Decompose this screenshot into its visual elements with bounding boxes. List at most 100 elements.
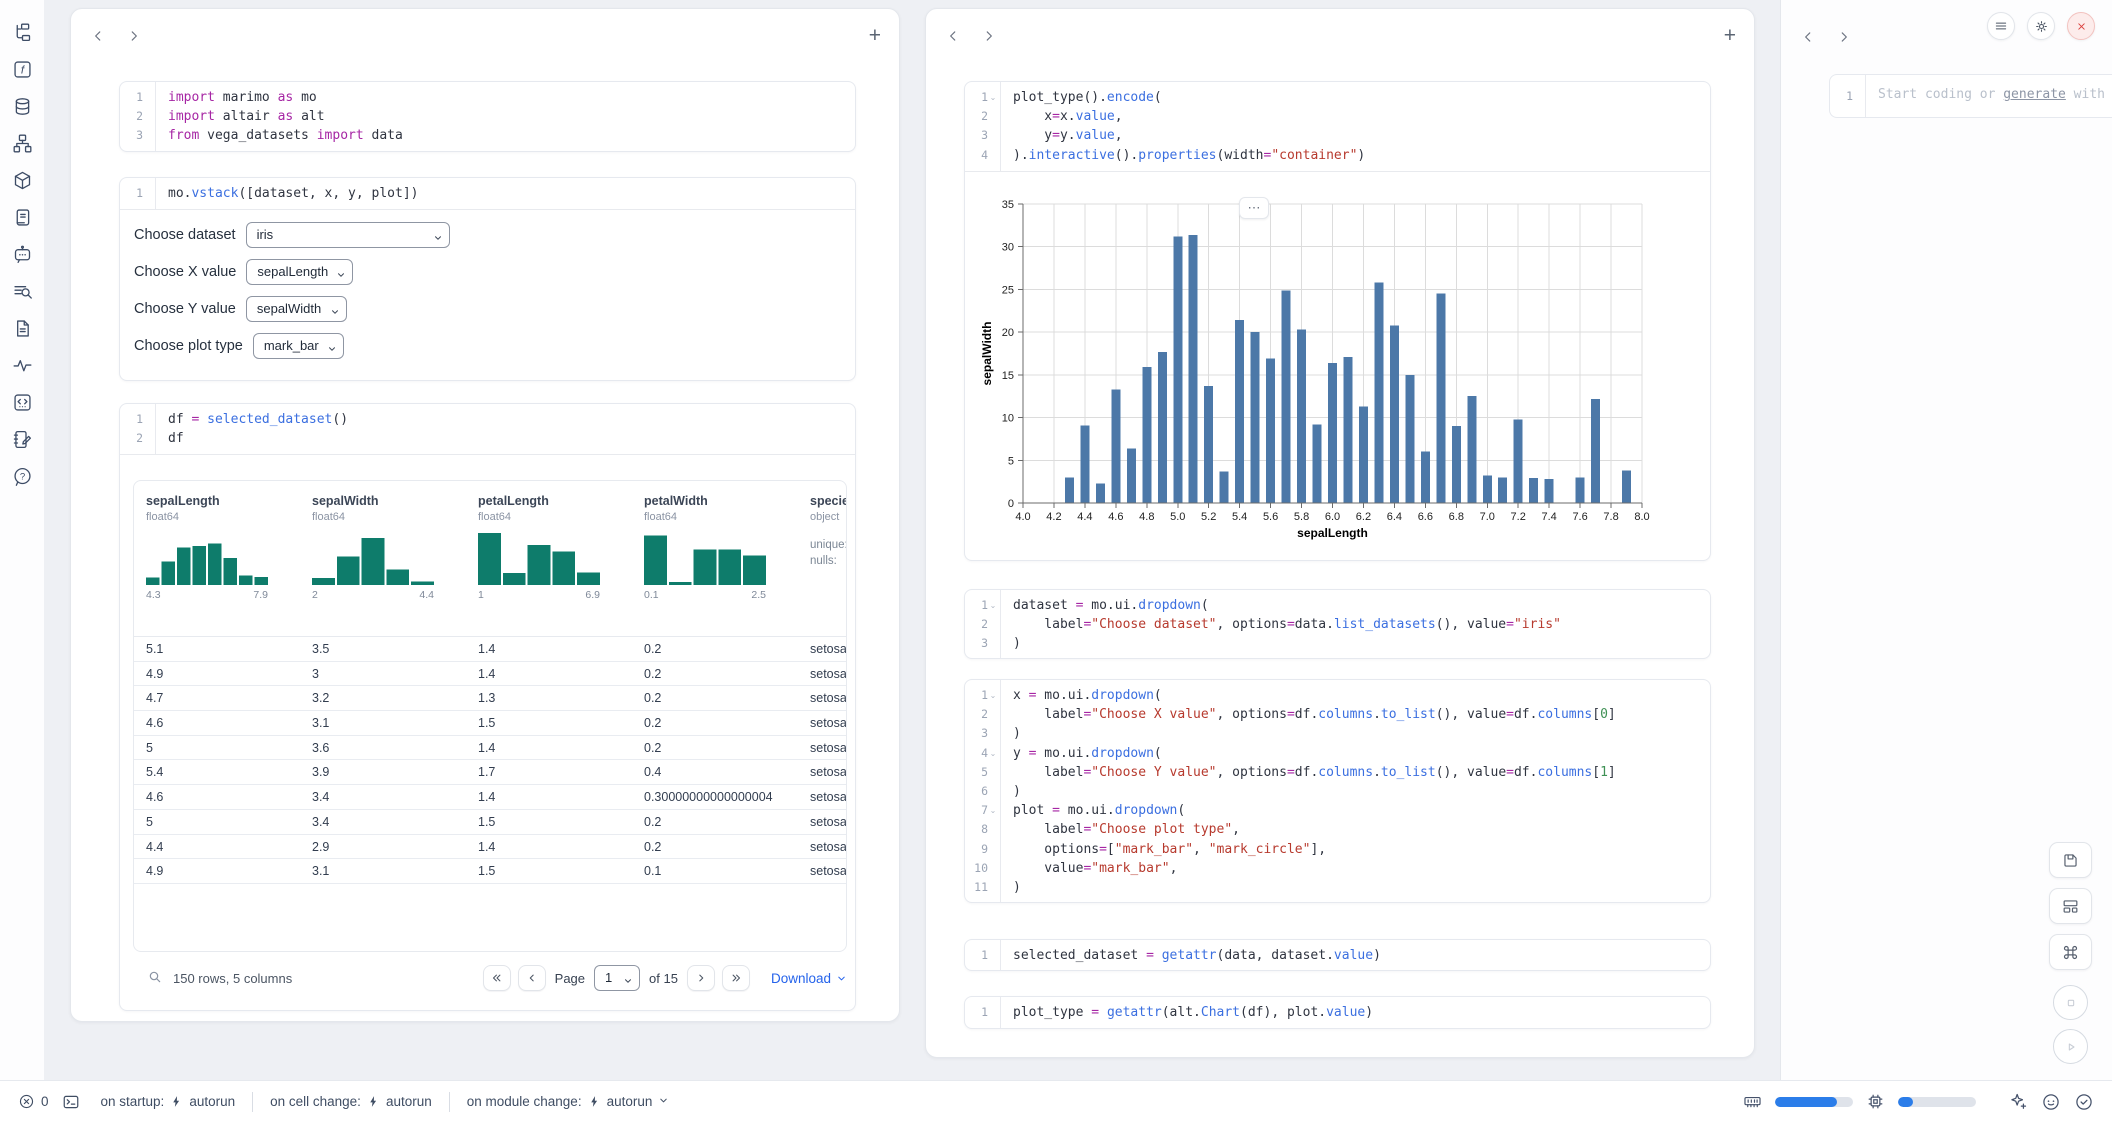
terminal-button[interactable] bbox=[62, 1093, 80, 1111]
functions-icon[interactable]: f bbox=[10, 57, 34, 81]
ai-sparkles-icon[interactable] bbox=[2008, 1092, 2028, 1112]
code-editor[interactable]: 1selected_dataset = getattr(data, datase… bbox=[965, 940, 1710, 971]
scratch-cell[interactable]: 1 Start coding or generate with bbox=[1829, 74, 2112, 118]
cell-imports[interactable]: 123import marimo as moimport altair as a… bbox=[119, 81, 856, 152]
scratch-column: 1 Start coding or generate with bbox=[1780, 0, 2112, 1080]
code-line: df = selected_dataset() bbox=[168, 410, 855, 429]
column-header[interactable]: speciesobjectunique:nulls: bbox=[798, 494, 847, 626]
dropdown-select[interactable]: mark_bar bbox=[253, 333, 344, 359]
table-cell: setosa bbox=[798, 835, 847, 859]
tracing-icon[interactable] bbox=[10, 353, 34, 377]
file-tree-icon[interactable] bbox=[10, 20, 34, 44]
code-line: x = mo.ui.dropdown( bbox=[1013, 686, 1710, 705]
prev-column-icon[interactable] bbox=[1801, 30, 1815, 44]
next-column-icon[interactable] bbox=[127, 29, 141, 43]
next-page-button[interactable] bbox=[687, 965, 715, 991]
line-number: 7 bbox=[981, 801, 988, 820]
stop-button[interactable] bbox=[2053, 985, 2088, 1020]
code-editor[interactable]: 1⌄234plot_type().encode( x=x.value, y=y.… bbox=[965, 82, 1710, 171]
fold-icon[interactable]: ⌄ bbox=[988, 801, 998, 820]
page-select[interactable]: 1 bbox=[594, 965, 640, 991]
help-icon[interactable]: ? bbox=[10, 464, 34, 488]
code-editor[interactable]: 1⌄234⌄567⌄891011x = mo.ui.dropdown( labe… bbox=[965, 680, 1710, 903]
on-cell-change-toggle[interactable]: on cell change: autorun bbox=[270, 1094, 432, 1109]
dropdown-select[interactable]: sepalLength bbox=[246, 259, 353, 285]
table-cell: 4.9 bbox=[134, 859, 300, 883]
save-button[interactable] bbox=[2049, 842, 2092, 878]
list-search-icon[interactable] bbox=[10, 279, 34, 303]
logs-icon[interactable] bbox=[10, 205, 34, 229]
last-page-button[interactable] bbox=[722, 965, 750, 991]
svg-text:5.2: 5.2 bbox=[1201, 511, 1216, 523]
menu-button[interactable] bbox=[1987, 12, 2015, 40]
run-button[interactable] bbox=[2053, 1029, 2088, 1064]
on-module-change-toggle[interactable]: on module change: autorun bbox=[467, 1094, 670, 1109]
bar-chart[interactable]: 051015202530354.04.24.44.64.85.05.25.45.… bbox=[965, 172, 1711, 561]
add-cell-button[interactable]: + bbox=[869, 27, 881, 45]
fold-icon[interactable]: ⌄ bbox=[988, 686, 998, 705]
column-header[interactable]: petalWidthfloat640.12.5 bbox=[632, 494, 798, 626]
cpu-usage-meter bbox=[1898, 1097, 1976, 1107]
fold-icon[interactable]: ⌄ bbox=[988, 744, 998, 763]
packages-icon[interactable] bbox=[10, 168, 34, 192]
code-line: ) bbox=[1013, 724, 1710, 743]
scratchpad-icon[interactable] bbox=[10, 427, 34, 451]
close-button[interactable] bbox=[2067, 12, 2095, 40]
next-column-icon[interactable] bbox=[1837, 30, 1851, 44]
table-cell: 3.1 bbox=[300, 859, 466, 883]
next-column-icon[interactable] bbox=[982, 29, 996, 43]
layout-button[interactable] bbox=[2049, 888, 2092, 924]
ai-chat-icon[interactable] bbox=[10, 242, 34, 266]
cpu-usage-fill bbox=[1898, 1097, 1913, 1107]
column-header[interactable]: sepalLengthfloat644.37.9 bbox=[134, 494, 300, 626]
table-row: 4.42.91.40.2setosa bbox=[134, 835, 846, 860]
svg-text:0: 0 bbox=[1008, 498, 1014, 510]
cell-plot[interactable]: 1⌄234plot_type().encode( x=x.value, y=y.… bbox=[964, 81, 1711, 561]
errors-indicator[interactable]: 0 bbox=[18, 1093, 49, 1110]
cell-vstack[interactable]: 1mo.vstack([dataset, x, y, plot]) Choose… bbox=[119, 177, 856, 381]
table-cell: 3.6 bbox=[300, 736, 466, 760]
code-editor[interactable]: 1mo.vstack([dataset, x, y, plot]) bbox=[120, 178, 855, 209]
dropdown-select[interactable]: iris bbox=[246, 222, 450, 248]
table-row: 53.41.50.2setosa bbox=[134, 810, 846, 835]
prev-column-icon[interactable] bbox=[946, 29, 960, 43]
snippets-icon[interactable] bbox=[10, 390, 34, 414]
cell-selected-dataset[interactable]: 1selected_dataset = getattr(data, datase… bbox=[964, 939, 1711, 971]
svg-text:6.2: 6.2 bbox=[1356, 511, 1371, 523]
code-editor[interactable]: 1plot_type = getattr(alt.Chart(df), plot… bbox=[965, 997, 1710, 1028]
prev-column-icon[interactable] bbox=[91, 29, 105, 43]
code-line: label="Choose dataset", options=data.lis… bbox=[1013, 615, 1710, 634]
dependency-graph-icon[interactable] bbox=[10, 131, 34, 155]
code-editor[interactable]: 12df = selected_dataset()df bbox=[120, 404, 855, 454]
datasources-icon[interactable] bbox=[10, 94, 34, 118]
editor-placeholder[interactable]: Start coding or generate with bbox=[1866, 75, 2105, 117]
column-header[interactable]: sepalWidthfloat6424.4 bbox=[300, 494, 466, 626]
column-header[interactable]: petalLengthfloat6416.9 bbox=[466, 494, 632, 626]
chart-actions-button[interactable]: ⋯ bbox=[1239, 197, 1269, 219]
code-editor[interactable]: 1⌄23dataset = mo.ui.dropdown( label="Cho… bbox=[965, 590, 1710, 659]
download-button[interactable]: Download bbox=[771, 971, 847, 986]
documentation-icon[interactable] bbox=[10, 316, 34, 340]
add-cell-button[interactable]: + bbox=[1724, 27, 1736, 45]
settings-button[interactable] bbox=[2027, 12, 2055, 40]
fold-icon[interactable]: ⌄ bbox=[988, 596, 998, 615]
cell-output: sepalLengthfloat644.37.9sepalWidthfloat6… bbox=[120, 454, 855, 1011]
copilot-icon[interactable] bbox=[2041, 1092, 2061, 1112]
command-palette-button[interactable] bbox=[2049, 934, 2092, 970]
cell-dataframe[interactable]: 12df = selected_dataset()df sepalLengthf… bbox=[119, 403, 856, 1011]
svg-text:5.8: 5.8 bbox=[1294, 511, 1309, 523]
dropdown-select[interactable]: sepalWidth bbox=[246, 296, 347, 322]
middle-panel-nav bbox=[946, 29, 996, 43]
search-icon[interactable] bbox=[147, 969, 163, 988]
cell-plot-type[interactable]: 1plot_type = getattr(alt.Chart(df), plot… bbox=[964, 996, 1711, 1029]
prev-page-button[interactable] bbox=[518, 965, 546, 991]
chevron-down-icon bbox=[658, 1094, 669, 1109]
fold-icon[interactable]: ⌄ bbox=[988, 88, 998, 107]
on-startup-toggle[interactable]: on startup: autorun bbox=[101, 1094, 236, 1109]
connection-status-icon[interactable] bbox=[2074, 1092, 2094, 1112]
cell-dataset-dropdown[interactable]: 1⌄23dataset = mo.ui.dropdown( label="Cho… bbox=[964, 589, 1711, 659]
table-cell: 0.1 bbox=[632, 859, 798, 883]
code-editor[interactable]: 123import marimo as moimport altair as a… bbox=[120, 82, 855, 152]
first-page-button[interactable] bbox=[483, 965, 511, 991]
cell-xy-plot-dropdowns[interactable]: 1⌄234⌄567⌄891011x = mo.ui.dropdown( labe… bbox=[964, 679, 1711, 903]
